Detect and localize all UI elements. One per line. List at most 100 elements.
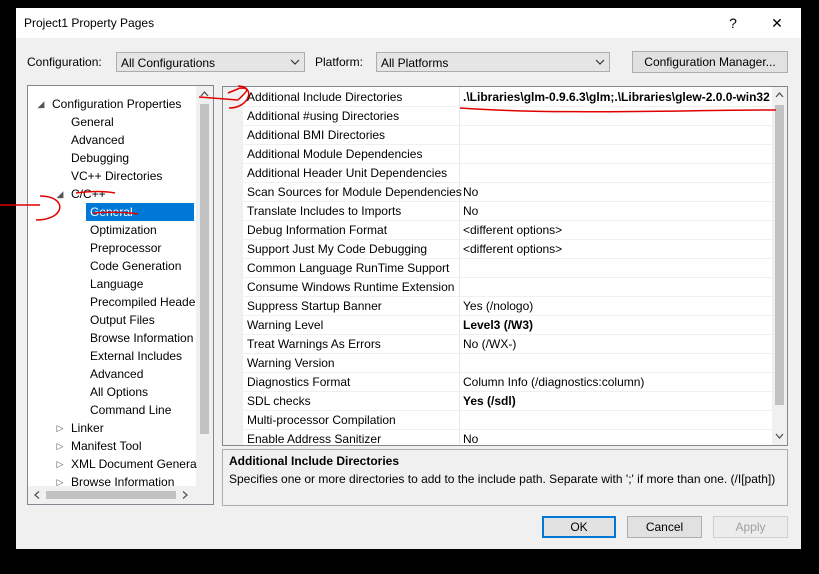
chevron-down-icon: [290, 59, 300, 65]
collapsed-arrow-icon[interactable]: ▷: [55, 437, 65, 455]
scroll-left-icon[interactable]: [32, 490, 42, 500]
property-row[interactable]: Translate Includes to Imports No: [223, 202, 773, 221]
property-name: Additional Header Unit Dependencies: [247, 166, 448, 180]
tree-item[interactable]: Preprocessor: [90, 239, 161, 257]
title-bar: Project1 Property Pages ? ✕: [16, 8, 801, 38]
tree-item[interactable]: Language: [90, 275, 143, 293]
tree-item[interactable]: All Options: [90, 383, 148, 401]
property-value[interactable]: Yes (/sdl): [463, 394, 516, 408]
tree-item[interactable]: Browse Information: [71, 473, 174, 491]
expanded-arrow-icon[interactable]: ◢: [36, 95, 46, 113]
tree-item[interactable]: C/C++: [71, 185, 106, 203]
property-name: Scan Sources for Module Dependencies: [247, 185, 462, 199]
category-tree[interactable]: ◢ Configuration Properties General Advanced…: [27, 85, 214, 505]
property-name: Support Just My Code Debugging: [247, 242, 428, 256]
scroll-up-icon[interactable]: [774, 90, 785, 100]
property-row[interactable]: Additional BMI Directories: [223, 126, 773, 145]
tree-item[interactable]: Code Generation: [90, 257, 181, 275]
property-value[interactable]: Level3 (/W3): [463, 318, 533, 332]
property-row[interactable]: Enable Address Sanitizer No: [223, 430, 773, 446]
property-name: Warning Version: [247, 356, 335, 370]
tree-hscroll-thumb[interactable]: [46, 491, 176, 499]
property-row[interactable]: SDL checks Yes (/sdl): [223, 392, 773, 411]
property-value[interactable]: No: [463, 185, 478, 199]
property-name: SDL checks: [247, 394, 311, 408]
property-row[interactable]: Common Language RunTime Support: [223, 259, 773, 278]
tree-item[interactable]: Configuration Properties: [52, 95, 181, 113]
tree-item[interactable]: External Includes: [90, 347, 182, 365]
tree-item[interactable]: General: [86, 203, 194, 221]
configuration-value: All Configurations: [121, 56, 216, 70]
tree-item[interactable]: Browse Information: [90, 329, 193, 347]
property-row[interactable]: Additional #using Directories: [223, 107, 773, 126]
property-name: Common Language RunTime Support: [247, 261, 450, 275]
tree-item[interactable]: XML Document Genera: [71, 455, 197, 473]
platform-dropdown[interactable]: All Platforms: [376, 52, 610, 72]
configuration-label: Configuration:: [27, 55, 102, 69]
property-name: Additional BMI Directories: [247, 128, 386, 142]
grid-vertical-scrollbar[interactable]: [772, 87, 787, 445]
expanded-arrow-icon[interactable]: ◢: [55, 185, 65, 203]
property-name: Warning Level: [247, 318, 324, 332]
property-name: Translate Includes to Imports: [247, 204, 402, 218]
help-button[interactable]: ?: [721, 13, 745, 33]
property-row[interactable]: Consume Windows Runtime Extension: [223, 278, 773, 297]
property-name: Suppress Startup Banner: [247, 299, 382, 313]
property-name: Enable Address Sanitizer: [247, 432, 382, 446]
scroll-up-icon[interactable]: [199, 89, 210, 99]
tree-item[interactable]: General: [71, 113, 114, 131]
tree-item[interactable]: Debugging: [71, 149, 129, 167]
property-row[interactable]: Diagnostics Format Column Info (/diagnost…: [223, 373, 773, 392]
tree-item[interactable]: Manifest Tool: [71, 437, 141, 455]
property-value[interactable]: <different options>: [463, 223, 562, 237]
collapsed-arrow-icon[interactable]: ▷: [55, 419, 65, 437]
property-name: Consume Windows Runtime Extension: [247, 280, 455, 294]
property-row[interactable]: Additional Header Unit Dependencies: [223, 164, 773, 183]
apply-button[interactable]: Apply: [713, 516, 788, 538]
tree-item[interactable]: Precompiled Heade: [90, 293, 195, 311]
property-value[interactable]: No (/WX-): [463, 337, 516, 351]
ok-button[interactable]: OK: [542, 516, 616, 538]
property-row[interactable]: Support Just My Code Debugging <different…: [223, 240, 773, 259]
tree-item[interactable]: Command Line: [90, 401, 171, 419]
property-name: Treat Warnings As Errors: [247, 337, 381, 351]
property-name: Debug Information Format: [247, 223, 388, 237]
property-grid[interactable]: Additional Include Directories .\Librarie…: [222, 86, 788, 446]
property-row[interactable]: Scan Sources for Module Dependencies No: [223, 183, 773, 202]
scroll-right-icon[interactable]: [180, 490, 190, 500]
tree-item[interactable]: Optimization: [90, 221, 157, 239]
tree-item[interactable]: Output Files: [90, 311, 155, 329]
platform-label: Platform:: [315, 55, 364, 69]
property-name: Diagnostics Format: [247, 375, 351, 389]
tree-scroll-thumb[interactable]: [200, 104, 209, 434]
property-value[interactable]: .\Libraries\glm-0.9.6.3\glm;.\Libraries\…: [463, 90, 770, 104]
property-value[interactable]: <different options>: [463, 242, 562, 256]
cancel-button[interactable]: Cancel: [627, 516, 702, 538]
property-row[interactable]: Suppress Startup Banner Yes (/nologo): [223, 297, 773, 316]
description-title: Additional Include Directories: [229, 454, 400, 468]
tree-item[interactable]: VC++ Directories: [71, 167, 162, 185]
property-value[interactable]: Yes (/nologo): [463, 299, 533, 313]
tree-vertical-scrollbar[interactable]: [196, 86, 213, 486]
configuration-manager-button[interactable]: Configuration Manager...: [632, 51, 788, 73]
close-button[interactable]: ✕: [765, 13, 789, 33]
property-value[interactable]: Column Info (/diagnostics:column): [463, 375, 644, 389]
tree-item[interactable]: Advanced: [90, 365, 143, 383]
collapsed-arrow-icon[interactable]: ▷: [55, 455, 65, 473]
scroll-down-icon[interactable]: [774, 431, 785, 441]
property-row[interactable]: Debug Information Format <different optio…: [223, 221, 773, 240]
grid-scroll-thumb[interactable]: [775, 105, 784, 405]
property-row[interactable]: Treat Warnings As Errors No (/WX-): [223, 335, 773, 354]
tree-item[interactable]: Advanced: [71, 131, 124, 149]
property-value[interactable]: No: [463, 204, 478, 218]
property-row[interactable]: Additional Include Directories .\Librarie…: [223, 88, 773, 107]
property-row[interactable]: Multi-processor Compilation: [223, 411, 773, 430]
property-value[interactable]: No: [463, 432, 478, 445]
property-row[interactable]: Additional Module Dependencies: [223, 145, 773, 164]
property-row[interactable]: Warning Version: [223, 354, 773, 373]
property-row[interactable]: Warning Level Level3 (/W3): [223, 316, 773, 335]
tree-item[interactable]: Linker: [71, 419, 104, 437]
collapsed-arrow-icon[interactable]: ▷: [55, 473, 65, 491]
description-panel: Additional Include Directories Specifies…: [222, 449, 788, 506]
configuration-dropdown[interactable]: All Configurations: [116, 52, 305, 72]
